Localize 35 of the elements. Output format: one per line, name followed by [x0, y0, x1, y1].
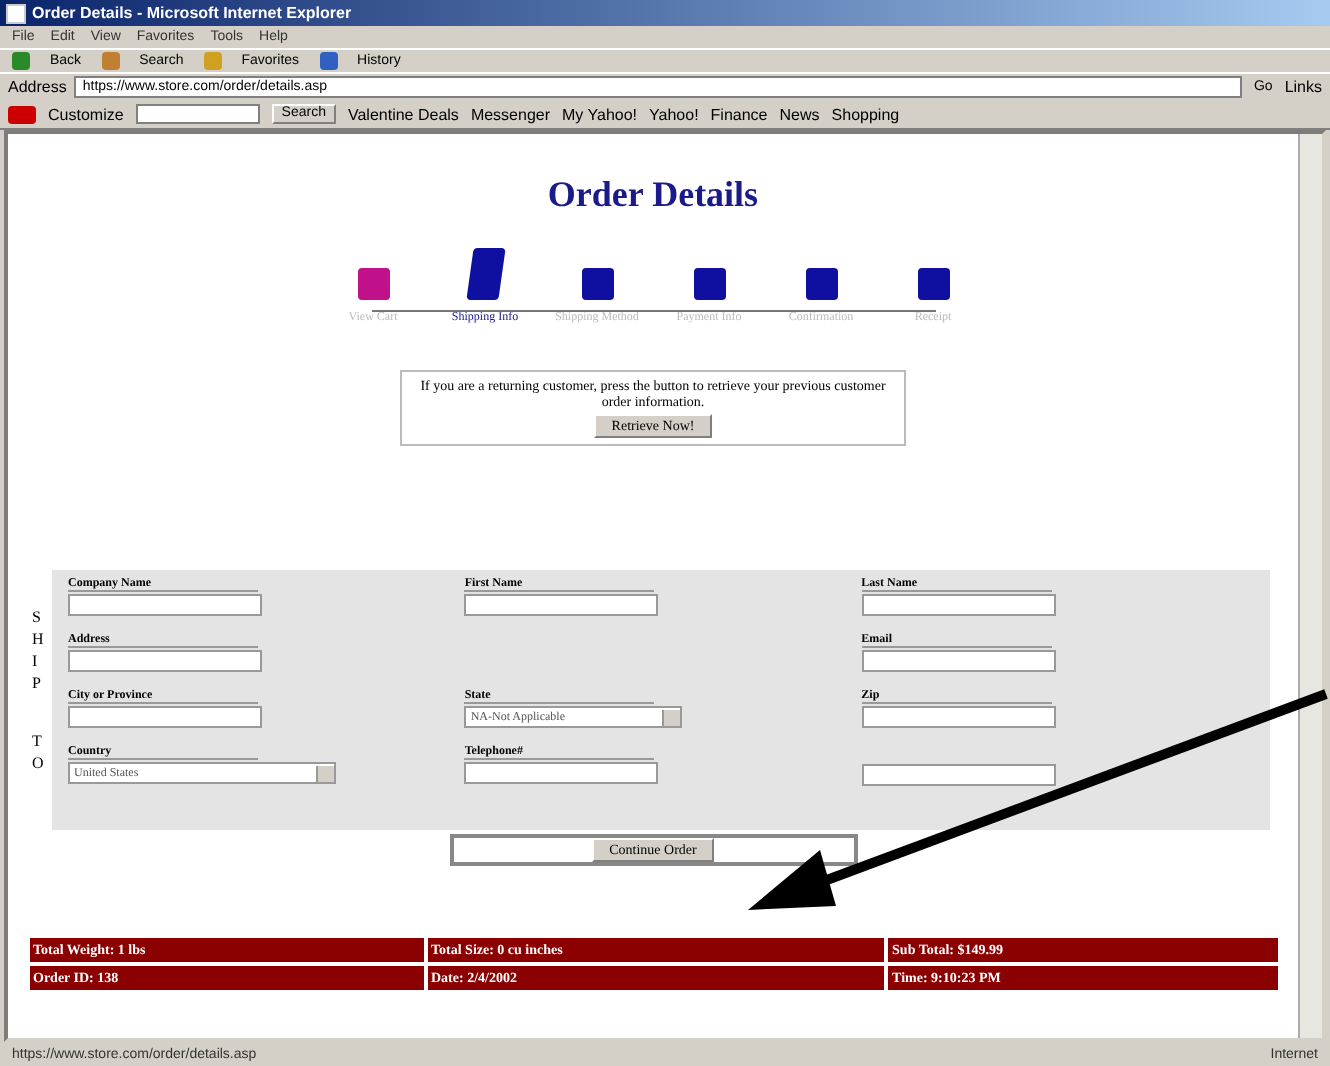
browser-icon — [6, 3, 26, 23]
toolbar-link[interactable]: Valentine Deals — [347, 105, 459, 123]
toolbar-icon[interactable] — [319, 52, 338, 70]
window-title: Order Details - Microsoft Internet Explorer — [32, 4, 352, 22]
input-field[interactable] — [861, 650, 1056, 672]
side-letter: I — [32, 650, 40, 672]
toolbar-link[interactable]: My Yahoo! — [562, 105, 638, 123]
input-field[interactable] — [68, 594, 262, 616]
side-letter: H — [32, 628, 46, 650]
input-field[interactable] — [464, 594, 659, 616]
toolbar-link[interactable]: Messenger — [470, 105, 551, 123]
links-label[interactable]: Links — [1284, 78, 1322, 96]
address-label: Address — [8, 78, 67, 96]
toolbar-link[interactable]: Finance — [710, 105, 768, 123]
customize-link[interactable]: Customize — [48, 105, 124, 123]
toolbar-link[interactable]: News — [779, 105, 820, 123]
toolbar-link[interactable]: Shopping — [831, 105, 900, 123]
toolbar-link[interactable]: Yahoo! — [649, 105, 699, 123]
input-field[interactable] — [68, 650, 262, 672]
input-field[interactable] — [861, 706, 1056, 728]
side-letter: S — [32, 606, 43, 628]
input-field[interactable] — [464, 762, 659, 784]
toolbar-icon[interactable] — [203, 52, 222, 70]
scrollbar[interactable] — [1298, 134, 1322, 1038]
input-field[interactable] — [68, 706, 262, 728]
page-heading: Order Details — [547, 174, 759, 216]
logo-icon[interactable] — [8, 105, 36, 123]
toolbar-icon[interactable] — [12, 52, 30, 70]
input-field[interactable] — [861, 594, 1056, 616]
search-field[interactable] — [135, 104, 260, 124]
side-letter: P — [32, 672, 43, 694]
side-letter: T — [32, 730, 44, 752]
toolbar-icon[interactable] — [101, 52, 120, 70]
input-field[interactable] — [861, 764, 1056, 786]
side-letter: O — [32, 752, 46, 774]
